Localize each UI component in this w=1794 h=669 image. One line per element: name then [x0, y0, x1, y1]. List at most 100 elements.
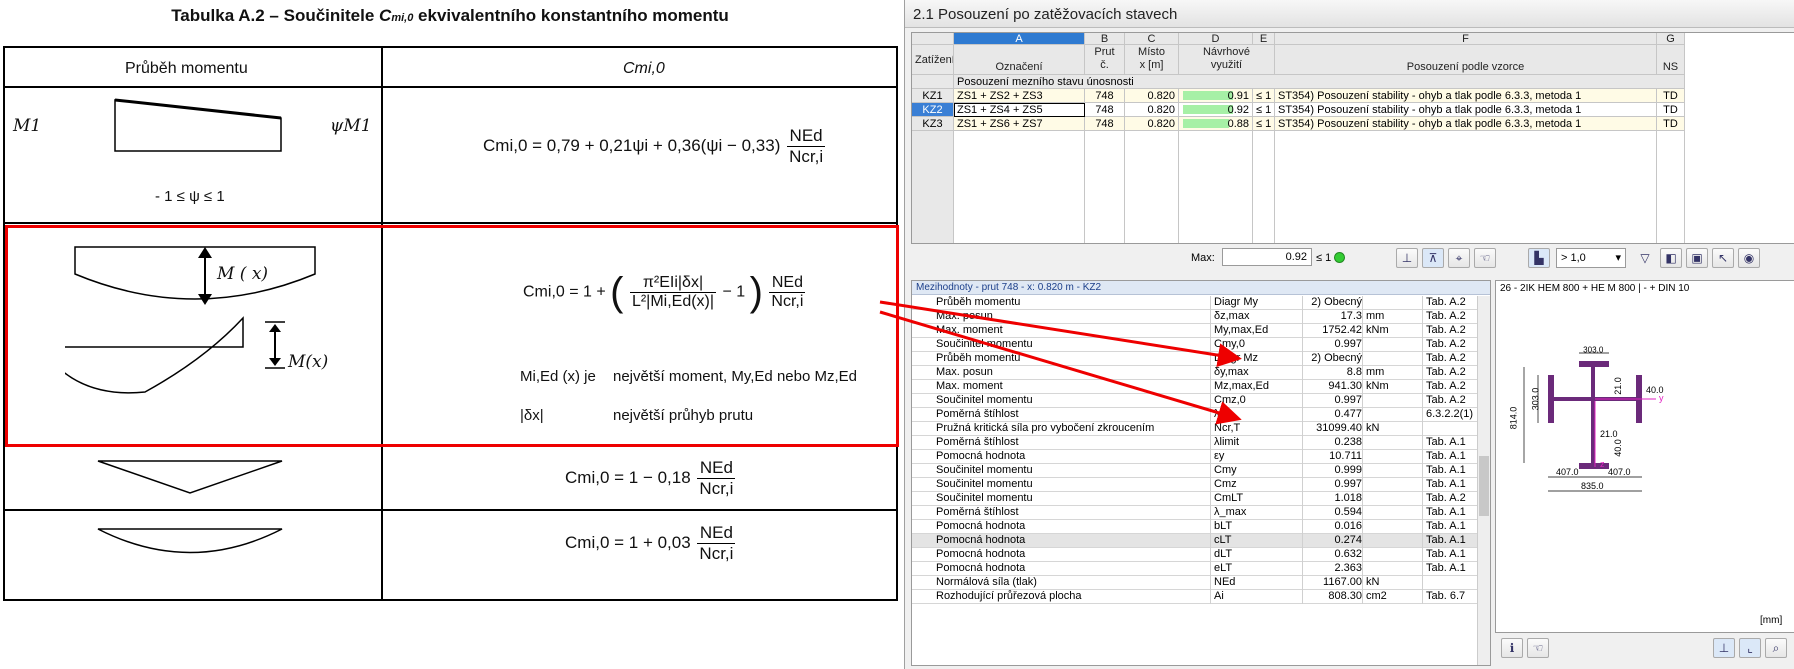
row-name[interactable]: ZS1 + ZS6 + ZS7 — [954, 117, 1085, 131]
mezi-row[interactable]: Součinitel momentu Cmz,0 0.997 Tab. A.2 — [912, 394, 1478, 408]
header-posouzeni: Posouzení podle vzorce — [1275, 45, 1657, 75]
mezi-row[interactable]: Pomocná hodnota εy 10.711 Tab. A.1 — [912, 450, 1478, 464]
row-name[interactable]: ZS1 + ZS2 + ZS3 — [954, 89, 1085, 103]
mezi-label: Součinitel momentu — [936, 478, 1033, 490]
mezi-ref — [1422, 422, 1478, 436]
results-grid[interactable]: A B C D E F G Zatížení Označení Prut č. M… — [911, 32, 1794, 244]
max-le: ≤ 1 — [1316, 252, 1332, 264]
row-le[interactable]: ≤ 1 — [1253, 89, 1275, 103]
empty-cell — [1253, 131, 1275, 243]
row-formula[interactable]: ST354) Posouzení stability - ohyb a tlak… — [1275, 89, 1657, 103]
row-ns[interactable]: TD — [1657, 89, 1685, 103]
row-util[interactable]: 0.92 — [1179, 103, 1253, 117]
mezi-value: 941.30 — [1302, 380, 1362, 394]
mezi-row[interactable]: Max. posun δy,max 8.8 mm Tab. A.2 — [912, 366, 1478, 380]
mezi-value: 8.8 — [1302, 366, 1362, 380]
mezi-value: 0.238 — [1302, 436, 1362, 450]
mezi-symbol: bLT — [1210, 520, 1302, 534]
mezi-value: 0.997 — [1302, 338, 1362, 352]
beam-dim-icon[interactable]: ⊥ — [1713, 638, 1735, 658]
mezi-row[interactable]: Průběh momentu Diagr My 2) Obecný Tab. A.2 — [912, 296, 1478, 310]
filter-beam-icon[interactable]: ⊼ — [1422, 248, 1444, 268]
mezi-row[interactable]: Pomocná hodnota cLT 0.274 Tab. A.1 — [912, 534, 1478, 548]
row-le[interactable]: ≤ 1 — [1253, 117, 1275, 131]
mezi-row[interactable]: Součinitel momentu CmLT 1.018 Tab. A.2 — [912, 492, 1478, 506]
row-x[interactable]: 0.820 — [1125, 117, 1179, 131]
formula-row4-den: Ncr,i — [699, 544, 734, 563]
mezi-row[interactable]: Max. moment My,max,Ed 1752.42 kNm Tab. A.2 — [912, 324, 1478, 338]
mezi-row[interactable]: Pružná kritická síla pro vybočení zkrouc… — [912, 422, 1478, 436]
mezi-unit: cm2 — [1362, 590, 1410, 604]
row-prut[interactable]: 748 — [1085, 89, 1125, 103]
filter-value: > 1,0 — [1561, 252, 1586, 264]
mezi-row[interactable]: Poměrná štíhlost λlimit 0.238 Tab. A.1 — [912, 436, 1478, 450]
mezi-scrollbar[interactable] — [1477, 296, 1490, 665]
excel-icon[interactable]: ▣ — [1686, 248, 1708, 268]
mezi-unit — [1362, 562, 1410, 576]
row-id[interactable]: KZ1 — [912, 89, 954, 103]
axes-icon[interactable]: ⌞ — [1739, 638, 1761, 658]
header-navrhove-2: využití — [1210, 59, 1243, 71]
mezi-label: Pomocná hodnota — [936, 534, 1026, 546]
row-ns[interactable]: TD — [1657, 117, 1685, 131]
mezi-row[interactable]: Součinitel momentu Cmy,0 0.997 Tab. A.2 — [912, 338, 1478, 352]
chart-icon[interactable]: ▙ — [1528, 248, 1550, 268]
mezi-row[interactable]: Součinitel momentu Cmy 0.999 Tab. A.1 — [912, 464, 1478, 478]
mezi-ref: Tab. A.2 — [1422, 394, 1478, 408]
palette-icon[interactable]: ◧ — [1660, 248, 1682, 268]
info-icon[interactable]: ℹ — [1501, 638, 1523, 658]
row-prut[interactable]: 748 — [1085, 103, 1125, 117]
funnel-icon[interactable]: ▽ — [1634, 248, 1656, 268]
mezi-row[interactable]: Max. posun δz,max 17.3 mm Tab. A.2 — [912, 310, 1478, 324]
support-icon[interactable]: ⌖ — [1448, 248, 1470, 268]
mezi-unit — [1362, 352, 1410, 366]
beam-icon[interactable]: ⊥ — [1396, 248, 1418, 268]
row-le[interactable]: ≤ 1 — [1253, 103, 1275, 117]
row-ns[interactable]: TD — [1657, 103, 1685, 117]
hand-icon[interactable]: ☜ — [1474, 248, 1496, 268]
mezi-ref: 6.3.2.2(1) — [1422, 408, 1478, 422]
col-letter-a[interactable]: A — [954, 33, 1085, 45]
row-id[interactable]: KZ2 — [912, 103, 954, 117]
formula-row3-den: Ncr,i — [699, 479, 734, 498]
row-x[interactable]: 0.820 — [1125, 89, 1179, 103]
col-letter-g[interactable]: G — [1657, 33, 1685, 45]
row-util[interactable]: 0.91 — [1179, 89, 1253, 103]
mezi-row[interactable]: Pomocná hodnota dLT 0.632 Tab. A.1 — [912, 548, 1478, 562]
mezi-row[interactable]: Pomocná hodnota bLT 0.016 Tab. A.1 — [912, 520, 1478, 534]
row-util[interactable]: 0.88 — [1179, 117, 1253, 131]
mezi-row[interactable]: Poměrná štíhlost λ_0 0.477 6.3.2.2(1) — [912, 408, 1478, 422]
col-letter-d[interactable]: D — [1179, 33, 1253, 45]
mezi-row[interactable]: Pomocná hodnota eLT 2.363 Tab. A.1 — [912, 562, 1478, 576]
formula-row3: Cmi,0 = 1 − 0,18 NEd Ncr,i — [565, 458, 737, 499]
pointer-icon[interactable]: ↖ — [1712, 248, 1734, 268]
mezi-ref: Tab. A.2 — [1422, 324, 1478, 338]
mezi-row[interactable]: Rozhodující průřezová plocha Ai 808.30 cm2 T… — [912, 590, 1478, 604]
eye-icon[interactable]: ◉ — [1738, 248, 1760, 268]
zoom-icon[interactable]: ⌕ — [1765, 638, 1787, 658]
filter-select[interactable]: > 1,0 ▾ — [1556, 248, 1626, 268]
mezi-ref: Tab. A.1 — [1422, 436, 1478, 450]
row-x[interactable]: 0.820 — [1125, 103, 1179, 117]
mezi-symbol: Cmz,0 — [1210, 394, 1302, 408]
row-name[interactable]: ZS1 + ZS4 + ZS5 — [954, 103, 1085, 117]
row-id[interactable]: KZ3 — [912, 117, 954, 131]
col-letter-b[interactable]: B — [1085, 33, 1125, 45]
col-letter-f[interactable]: F — [1275, 33, 1657, 45]
hand-icon[interactable]: ☜ — [1527, 638, 1549, 658]
mezi-label: Součinitel momentu — [936, 338, 1033, 350]
mezi-row[interactable]: Součinitel momentu Cmz 0.997 Tab. A.1 — [912, 478, 1478, 492]
mezi-row[interactable]: Max. moment Mz,max,Ed 941.30 kNm Tab. A.2 — [912, 380, 1478, 394]
mezi-ref: Tab. A.2 — [1422, 380, 1478, 394]
row-formula[interactable]: ST354) Posouzení stability - ohyb a tlak… — [1275, 103, 1657, 117]
mezi-row[interactable]: Průběh momentu Diagr Mz 2) Obecný Tab. A.2 — [912, 352, 1478, 366]
util-bar — [1183, 119, 1229, 128]
col-letter-c[interactable]: C — [1125, 33, 1179, 45]
scroll-thumb[interactable] — [1479, 456, 1489, 516]
mezi-row[interactable]: Normálová síla (tlak) NEd 1167.00 kN — [912, 576, 1478, 590]
row-prut[interactable]: 748 — [1085, 117, 1125, 131]
row-formula[interactable]: ST354) Posouzení stability - ohyb a tlak… — [1275, 117, 1657, 131]
mezi-symbol: dLT — [1210, 548, 1302, 562]
mezi-row[interactable]: Poměrná štíhlost λ_max 0.594 Tab. A.1 — [912, 506, 1478, 520]
col-letter-e[interactable]: E — [1253, 33, 1275, 45]
